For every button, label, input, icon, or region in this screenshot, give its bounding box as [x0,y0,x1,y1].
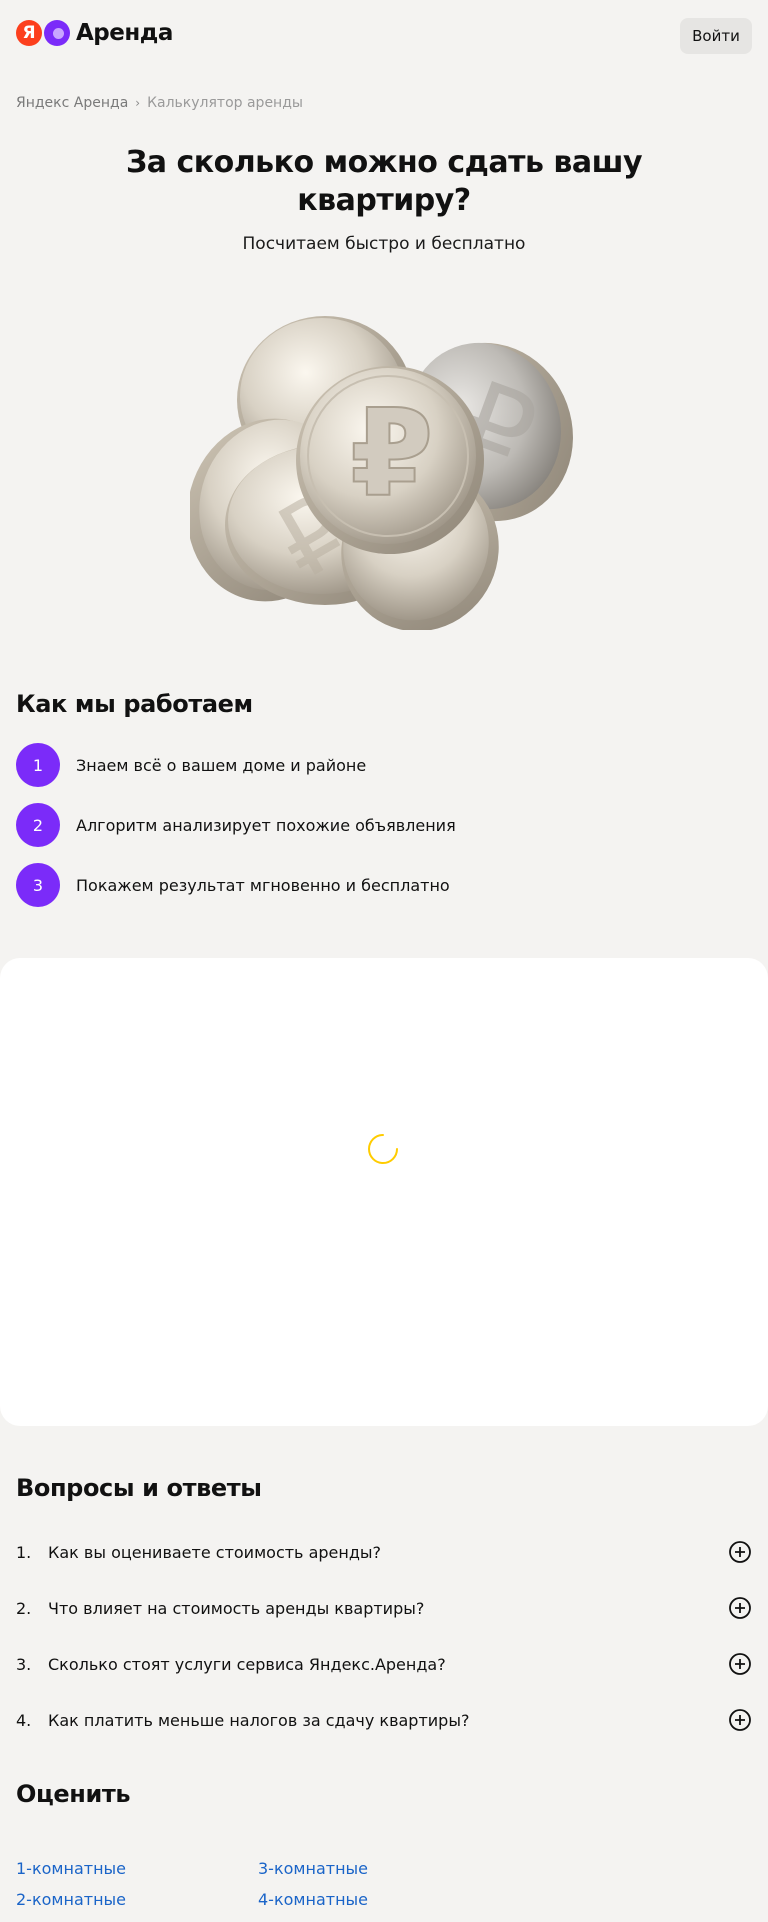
step-text: Знаем всё о вашем доме и районе [76,755,367,775]
faq-number: 1. [16,1542,32,1562]
calculator-card [0,958,768,1426]
faq-question: Сколько стоят услуги сервиса Яндекс.Арен… [48,1654,446,1674]
step-number-badge: 2 [16,803,60,847]
svg-text:₽: ₽ [350,385,434,524]
plus-circle-icon[interactable] [728,1652,752,1676]
step-number-badge: 3 [16,863,60,907]
arenda-logo-icon [44,20,70,46]
faq-item[interactable]: 2. Что влияет на стоимость аренды кварти… [16,1588,752,1628]
faq-question: Как вы оцениваете стоимость аренды? [48,1542,382,1562]
step-text: Алгоритм анализирует похожие объявления [76,815,456,835]
login-button[interactable]: Войти [680,18,752,54]
faq-item[interactable]: 1. Как вы оцениваете стоимость аренды? [16,1532,752,1572]
yandex-logo-icon: Я [16,20,42,46]
rate-link-3-room[interactable]: 3-комнатные [258,1859,368,1878]
faq-item[interactable]: 3. Сколько стоят услуги сервиса Яндекс.А… [16,1644,752,1684]
plus-circle-icon[interactable] [728,1708,752,1732]
faq-title: Вопросы и ответы [16,1474,262,1502]
loading-spinner-icon [368,1134,398,1164]
rate-title: Оценить [16,1780,131,1808]
rate-link-4-room[interactable]: 4-комнатные [258,1890,368,1909]
step-text: Покажем результат мгновенно и бесплатно [76,875,450,895]
plus-circle-icon[interactable] [728,1540,752,1564]
step-item: 3 Покажем результат мгновенно и бесплатн… [16,863,450,907]
page-title: За сколько можно сдать вашу квартиру? [125,145,643,218]
breadcrumb-root-link[interactable]: Яндекс Аренда [16,95,128,111]
breadcrumb: Яндекс Аренда › Калькулятор аренды [16,95,303,111]
breadcrumb-current: Калькулятор аренды [147,95,303,111]
logo-text: Аренда [76,20,173,46]
how-we-work-title: Как мы работаем [16,690,253,718]
faq-number: 4. [16,1710,32,1730]
step-item: 2 Алгоритм анализирует похожие объявлени… [16,803,456,847]
rate-link-1-room[interactable]: 1-комнатные [16,1859,126,1878]
plus-circle-icon[interactable] [728,1596,752,1620]
faq-item[interactable]: 4. Как платить меньше налогов за сдачу к… [16,1700,752,1740]
rate-link-2-room[interactable]: 2-комнатные [16,1890,126,1909]
logo[interactable]: Я Аренда [16,20,173,46]
header: Я Аренда Войти [0,0,768,70]
step-item: 1 Знаем всё о вашем доме и районе [16,743,366,787]
faq-question: Что влияет на стоимость аренды квартиры? [48,1598,425,1618]
faq-question: Как платить меньше налогов за сдачу квар… [48,1710,470,1730]
breadcrumb-chevron-icon: › [135,96,141,110]
ruble-coins-illustration: ₽ ₽ ₽ [190,316,573,630]
faq-number: 3. [16,1654,32,1674]
faq-number: 2. [16,1598,32,1618]
step-number-badge: 1 [16,743,60,787]
page-subtitle: Посчитаем быстро и бесплатно [242,234,526,254]
